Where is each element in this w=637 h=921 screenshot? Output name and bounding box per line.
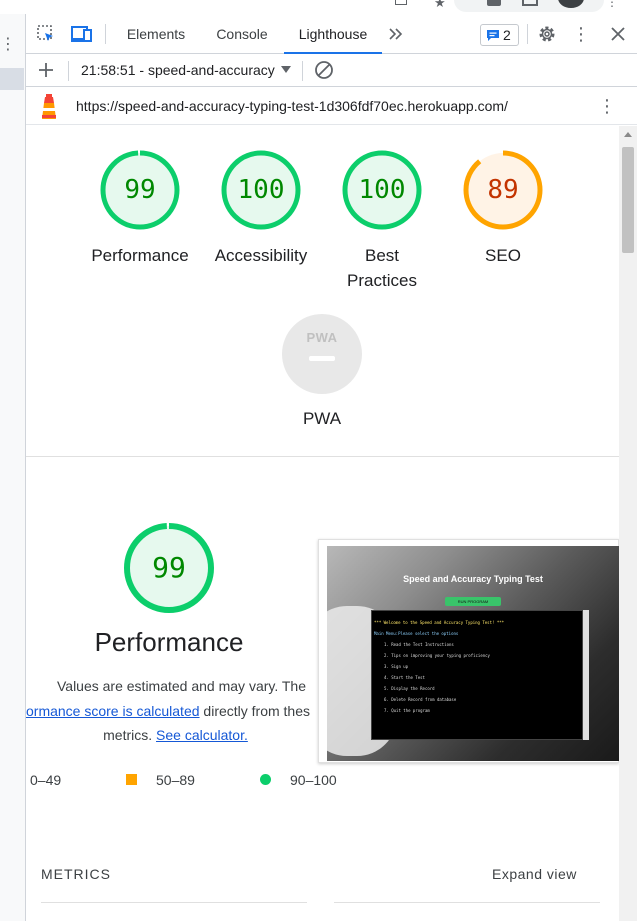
window-icon[interactable]	[522, 0, 538, 6]
scroll-up-arrow-icon[interactable]	[624, 132, 632, 137]
performance-label: Performance	[91, 246, 189, 265]
accessibility-gauge[interactable]: 100	[221, 150, 301, 230]
metrics-heading: METRICS	[41, 866, 111, 882]
issues-counter-button[interactable]: 2	[480, 24, 519, 46]
tab-lighthouse[interactable]: Lighthouse	[284, 14, 382, 54]
see-calculator-link[interactable]: See calculator.	[156, 727, 248, 743]
report-url-bar: https://speed-and-accuracy-typing-test-1…	[26, 87, 637, 125]
screenshot-background: Speed and Accuracy Typing Test RUN PROGR…	[327, 546, 619, 761]
performance-detail-gauge: 99	[124, 523, 214, 613]
more-options-icon[interactable]: ⋮	[572, 24, 590, 44]
performance-gauge[interactable]: 99	[100, 150, 180, 230]
lighthouse-toolbar: 21:58:51 - speed-and-accuracy	[26, 54, 637, 87]
legend-fail: 0–49	[30, 771, 61, 789]
pwa-dash-icon	[309, 356, 335, 361]
terminal-line: Main Menu:Please select the options	[374, 631, 459, 636]
performance-detail-score: 99	[152, 551, 186, 584]
pwa-badge[interactable]: PWA	[282, 314, 362, 394]
terminal-line: 1. Read the Test Instructions	[384, 642, 454, 647]
clear-block-icon[interactable]	[314, 60, 334, 80]
pwa-badge-text: PWA	[306, 330, 338, 345]
toolbar-divider	[68, 61, 69, 81]
toolbar-divider	[105, 24, 106, 44]
terminal-line: 6. Delete Record from database	[384, 697, 457, 702]
share-icon[interactable]	[395, 0, 407, 5]
legend-pass: 90–100	[290, 771, 337, 789]
description-line1: Values are estimated and may vary. The	[56, 678, 306, 694]
devtools-tab-bar: Elements Console Lighthouse 2 ⋮	[26, 14, 637, 54]
message-icon	[487, 30, 499, 41]
metrics-divider-left	[41, 902, 307, 903]
report-selector-label: 21:58:51 - speed-and-accuracy	[81, 62, 275, 78]
terminal-line: *** Welcome to the Speed and Accuracy Ty…	[374, 620, 505, 625]
screenshot-terminal: *** Welcome to the Speed and Accuracy Ty…	[371, 610, 583, 740]
terminal-line: 2. Tips on improving your typing profici…	[384, 653, 490, 658]
more-icon[interactable]: ⋮	[0, 37, 16, 53]
score-calculation-link[interactable]: ormance score is calculated	[26, 703, 200, 719]
legend-average-square-icon	[126, 774, 137, 785]
scrollbar-thumb[interactable]	[622, 147, 634, 253]
chevron-double-right-icon[interactable]	[386, 24, 406, 44]
seo-label: SEO	[485, 246, 521, 265]
issues-count: 2	[503, 27, 511, 43]
gear-icon[interactable]	[537, 24, 557, 44]
toolbar-divider	[302, 61, 303, 81]
seo-score: 89	[487, 175, 519, 205]
tab-elements[interactable]: Elements	[118, 14, 194, 54]
expand-view-toggle[interactable]: Expand view	[492, 866, 577, 882]
screenshot-run-button: RUN PROGRAM	[445, 597, 501, 606]
accessibility-score: 100	[237, 175, 285, 205]
accessibility-label: Accessibility	[214, 246, 308, 265]
legend-pass-range: 90–100	[290, 772, 337, 788]
metrics-divider-right	[334, 902, 600, 903]
best-practices-label: Best Practices	[327, 243, 437, 293]
device-toolbar-icon[interactable]	[70, 24, 94, 44]
terminal-lines: *** Welcome to the Speed and Accuracy Ty…	[372, 617, 504, 716]
plus-icon[interactable]	[36, 60, 56, 80]
terminal-line: 7. Quit the program	[384, 708, 430, 713]
report-menu-icon[interactable]: ⋮	[598, 96, 616, 116]
lighthouse-report: 99 Performance 100 Accessibility 100 Bes…	[26, 126, 619, 921]
terminal-line: 5. Display the Record	[384, 686, 435, 691]
best-practices-label-line2: Practices	[347, 271, 417, 290]
page-gutter: ⋮	[0, 14, 26, 921]
legend-average-range: 50–89	[156, 772, 195, 788]
terminal-scrollbar	[583, 610, 589, 740]
description-line3-text: metrics.	[103, 727, 153, 743]
description-line2-rest: directly from thes	[199, 702, 311, 719]
legend-fail-range: 0–49	[30, 772, 62, 788]
seo-gauge[interactable]: 89	[463, 150, 543, 230]
final-screenshot[interactable]: Speed and Accuracy Typing Test RUN PROGR…	[318, 539, 619, 763]
report-selector[interactable]: 21:58:51 - speed-and-accuracy	[81, 54, 291, 87]
section-divider	[26, 456, 619, 457]
performance-detail-title: Performance	[94, 627, 244, 657]
terminal-line: 3. Sign up	[384, 664, 409, 669]
legend-pass-circle-icon	[260, 774, 271, 785]
legend-average: 50–89	[156, 771, 195, 789]
screenshot-title: Speed and Accuracy Typing Test	[403, 574, 543, 584]
selected-row-highlight	[0, 68, 24, 90]
performance-description: Values are estimated and may vary. The o…	[26, 674, 319, 748]
terminal-line: 4. Start the Test	[384, 675, 425, 680]
report-scrollbar[interactable]	[619, 126, 637, 921]
best-practices-gauge[interactable]: 100	[342, 150, 422, 230]
description-line3: metrics. See calculator.	[26, 723, 319, 748]
report-url[interactable]: https://speed-and-accuracy-typing-test-1…	[76, 87, 508, 125]
pwa-label: PWA	[302, 409, 342, 428]
tab-console[interactable]: Console	[206, 14, 278, 54]
dropdown-arrow-icon	[280, 66, 291, 73]
extensions-icon[interactable]	[487, 0, 501, 6]
toolbar-divider	[527, 24, 528, 44]
inspect-element-icon[interactable]	[36, 24, 56, 44]
bookmark-star-icon[interactable]: ★	[434, 0, 446, 11]
close-icon[interactable]	[608, 24, 628, 44]
best-practices-label-line1: Best	[364, 246, 400, 265]
performance-score: 99	[124, 175, 156, 205]
browser-top-strip: ★ ⋮	[0, 0, 637, 14]
best-practices-score: 100	[358, 175, 406, 205]
menu-kebab-icon[interactable]: ⋮	[606, 0, 618, 9]
description-line2: ormance score is calculated directly fro…	[26, 699, 319, 724]
lighthouse-logo-icon	[38, 93, 60, 121]
